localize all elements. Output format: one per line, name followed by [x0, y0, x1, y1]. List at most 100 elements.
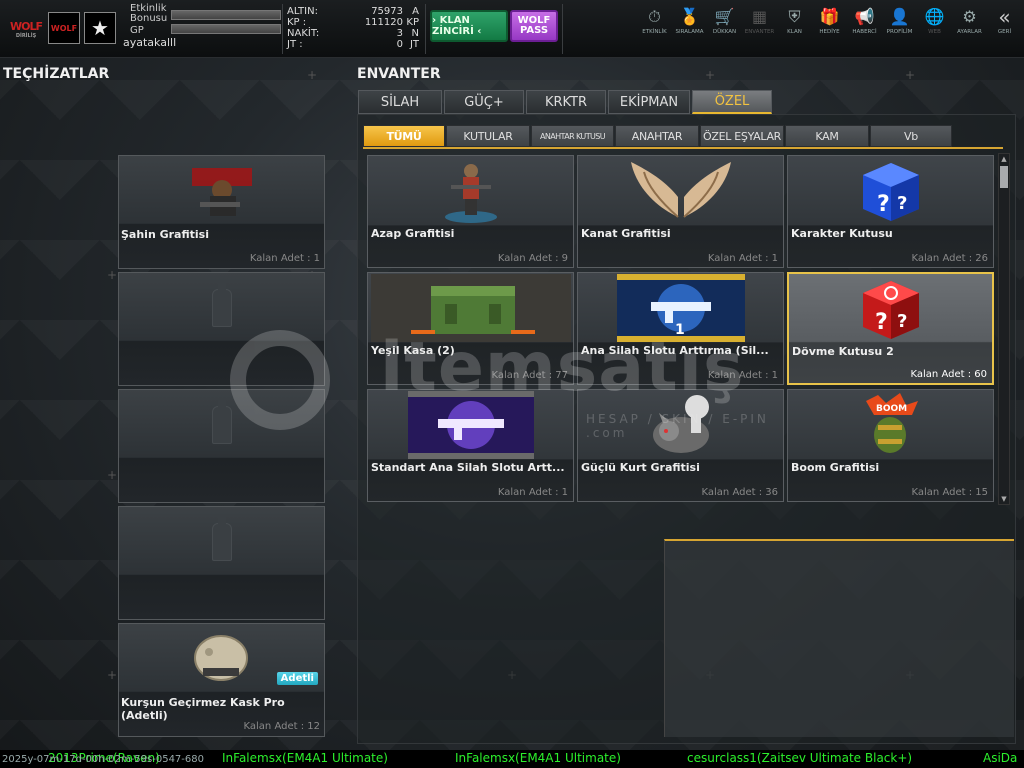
item-count: Kalan Adet : 1: [707, 370, 778, 381]
subtab-kam[interactable]: KAM: [785, 125, 869, 147]
currency-label: KP :: [287, 17, 307, 28]
top-bar: WOLF DİRİLİŞ WOLF ★ Etkinlik Bonusu GP a…: [0, 0, 1024, 58]
item-name: Dövme Kutusu 2: [792, 345, 894, 358]
helmet-icon: [193, 635, 248, 681]
wolf-graffiti-icon: [652, 395, 709, 453]
wolf-pass-button[interactable]: WOLF PASS: [510, 10, 558, 42]
tab-guc[interactable]: GÜÇ+: [444, 90, 524, 114]
equip-slot-3[interactable]: [118, 389, 325, 503]
nav-label: WEB: [928, 29, 941, 35]
subtab-vb[interactable]: Vb: [870, 125, 952, 147]
gear-icon: ⚙: [962, 7, 977, 26]
item-count: Kalan Adet : 77: [491, 370, 568, 381]
equip-slot-4[interactable]: [118, 506, 325, 620]
slot-name: Kurşun Geçirmez Kask Pro (Adetli): [121, 696, 285, 722]
nav-label: GERİ: [997, 29, 1012, 35]
subtab-ozel-esyalar[interactable]: ÖZEL EŞYALAR: [700, 125, 784, 147]
slot-count: Kalan Adet : 1: [249, 253, 320, 264]
ticker-message: cesurclass1(Zaitsev Ultimate Black+): [687, 751, 913, 765]
klan-zinciri-button[interactable]: › KLAN ZİNCİRİ ‹: [430, 10, 508, 42]
subtab-tumu[interactable]: TÜMÜ: [363, 125, 445, 147]
inventory-sub-tabs: TÜMÜ KUTULAR ANAHTAR KUTUSU ANAHTAR ÖZEL…: [363, 125, 953, 147]
art-area: [578, 390, 783, 460]
item-description-panel: [664, 539, 1014, 737]
nav-label: HEDİYE: [819, 29, 840, 35]
scroll-thumb[interactable]: [1000, 166, 1008, 188]
tab-ozel[interactable]: ÖZEL: [692, 90, 772, 114]
boom-graffiti-icon: BOOM: [865, 393, 918, 453]
blue-mystery-box-icon: ? ?: [862, 163, 919, 221]
subtab-anahtar[interactable]: ANAHTAR: [615, 125, 699, 147]
item-name: Yeşil Kasa (2): [371, 344, 455, 357]
envanter-title: ENVANTER: [357, 66, 441, 82]
item-name: Güçlü Kurt Grafitisi: [581, 461, 700, 474]
plus-marker: +: [107, 268, 118, 282]
inventory-main-tabs: SİLAH GÜÇ+ KRKTR EKİPMAN ÖZEL: [358, 90, 774, 114]
ticker-message: AsiDa: [983, 751, 1018, 765]
svg-text:?: ?: [877, 192, 890, 217]
inventory-item[interactable]: Azap Grafitisi Kalan Adet : 9: [367, 155, 574, 268]
nav-hediye[interactable]: 🎁 HEDİYE: [812, 8, 847, 36]
plus-marker: +: [905, 68, 916, 82]
equip-slot-2[interactable]: [118, 272, 325, 386]
rank-badge-text: WOLF: [50, 23, 78, 33]
bottom-ticker: 2013Prime(Raven) 2025y-07m-17d-00h-02m-5…: [0, 750, 1024, 768]
player-event-info: Etkinlik Bonusu GP: [130, 4, 167, 36]
tab-ekipman[interactable]: EKİPMAN: [608, 90, 690, 114]
currency-label: NAKİT:: [287, 28, 320, 39]
azap-graffiti-icon: [444, 164, 497, 223]
equip-slot-1[interactable]: Şahin Grafitisi Kalan Adet : 1: [118, 155, 325, 269]
currency-unit: N: [411, 28, 419, 39]
item-count: Kalan Adet : 26: [911, 253, 988, 264]
inventory-item[interactable]: BOOM Boom Grafitisi Kalan Adet : 15: [787, 389, 994, 502]
green-crate-icon: [370, 274, 571, 342]
inventory-item[interactable]: Standart Ana Silah Slotu Artt... Kalan A…: [367, 389, 574, 502]
inventory-item[interactable]: 1 Ana Silah Slotu Arttırma (Sil... Kalan…: [577, 272, 784, 385]
scroll-up-arrow-icon[interactable]: ▲: [999, 154, 1009, 164]
nav-profilim[interactable]: 👤 PROFİLİM: [882, 8, 917, 36]
currency-kp: KP : 111120 KP: [283, 17, 423, 28]
nav-label: ETKİNLİK: [642, 29, 667, 35]
inventory-scrollbar[interactable]: ▲ ▼: [998, 153, 1010, 505]
art-area: [578, 156, 783, 226]
nav-label: DÜKKAN: [712, 29, 737, 35]
nav-klan[interactable]: ⛨ KLAN: [777, 8, 812, 36]
item-name: Ana Silah Slotu Arttırma (Sil...: [581, 344, 769, 357]
inventory-item[interactable]: ? ? Dövme Kutusu 2 Kalan Adet : 60: [787, 272, 994, 385]
hawk-graffiti-icon: [191, 168, 252, 216]
inventory-item[interactable]: Kanat Grafitisi Kalan Adet : 1: [577, 155, 784, 268]
scroll-down-arrow-icon[interactable]: ▼: [999, 494, 1009, 504]
nav-dukkan[interactable]: 🛒 DÜKKAN: [707, 8, 742, 36]
standard-weapon-slot-icon: [407, 391, 534, 459]
equip-slot-5[interactable]: Adetli Kurşun Geçirmez Kask Pro (Adetli)…: [118, 623, 325, 737]
inventory-item[interactable]: Güçlü Kurt Grafitisi Kalan Adet : 36: [577, 389, 784, 502]
nav-ayarlar[interactable]: ⚙ AYARLAR: [952, 8, 987, 36]
art-area: [119, 507, 324, 577]
nav-etkinlik[interactable]: ⏱ ETKİNLİK: [637, 8, 672, 36]
inventory-item[interactable]: Yeşil Kasa (2) Kalan Adet : 77: [367, 272, 574, 385]
nav-haberci[interactable]: 📢 HABERCİ: [847, 8, 882, 36]
subtab-kutular[interactable]: KUTULAR: [446, 125, 530, 147]
nav-geri[interactable]: «GERİ: [987, 7, 1022, 36]
nav-web[interactable]: 🌐 WEB: [917, 8, 952, 36]
spray-can-icon: [211, 399, 232, 444]
subtab-anahtar-kutusu[interactable]: ANAHTAR KUTUSU: [531, 125, 614, 147]
username: ayatakalll: [123, 36, 177, 49]
top-navigation: ⏱ ETKİNLİK 🏅 SIRALAMA 🛒 DÜKKAN ▦ ENVANTER ⛨ K…: [637, 7, 1022, 36]
slot-count: Kalan Adet : 12: [243, 721, 320, 732]
megaphone-icon: 📢: [854, 7, 875, 26]
star-rank-icon: ★: [84, 12, 116, 44]
spray-can-icon: [211, 282, 232, 327]
wolf-pass-line2: PASS: [519, 25, 549, 36]
inventory-item[interactable]: ? ? Karakter Kutusu Kalan Adet : 26: [787, 155, 994, 268]
ticker-message: InFalemsx(EM4A1 Ultimate): [455, 751, 621, 765]
nav-envanter[interactable]: ▦ ENVANTER: [742, 8, 777, 36]
nav-siralama[interactable]: 🏅 SIRALAMA: [672, 8, 707, 36]
currency-altin: ALTIN: 75973 A: [283, 6, 423, 17]
item-count: Kalan Adet : 9: [497, 253, 568, 264]
currency-value: 111120: [364, 17, 403, 28]
item-count: Kalan Adet : 36: [701, 487, 778, 498]
svg-text:?: ?: [897, 193, 907, 214]
tab-krktr[interactable]: KRKTR: [526, 90, 606, 114]
tab-silah[interactable]: SİLAH: [358, 90, 442, 114]
